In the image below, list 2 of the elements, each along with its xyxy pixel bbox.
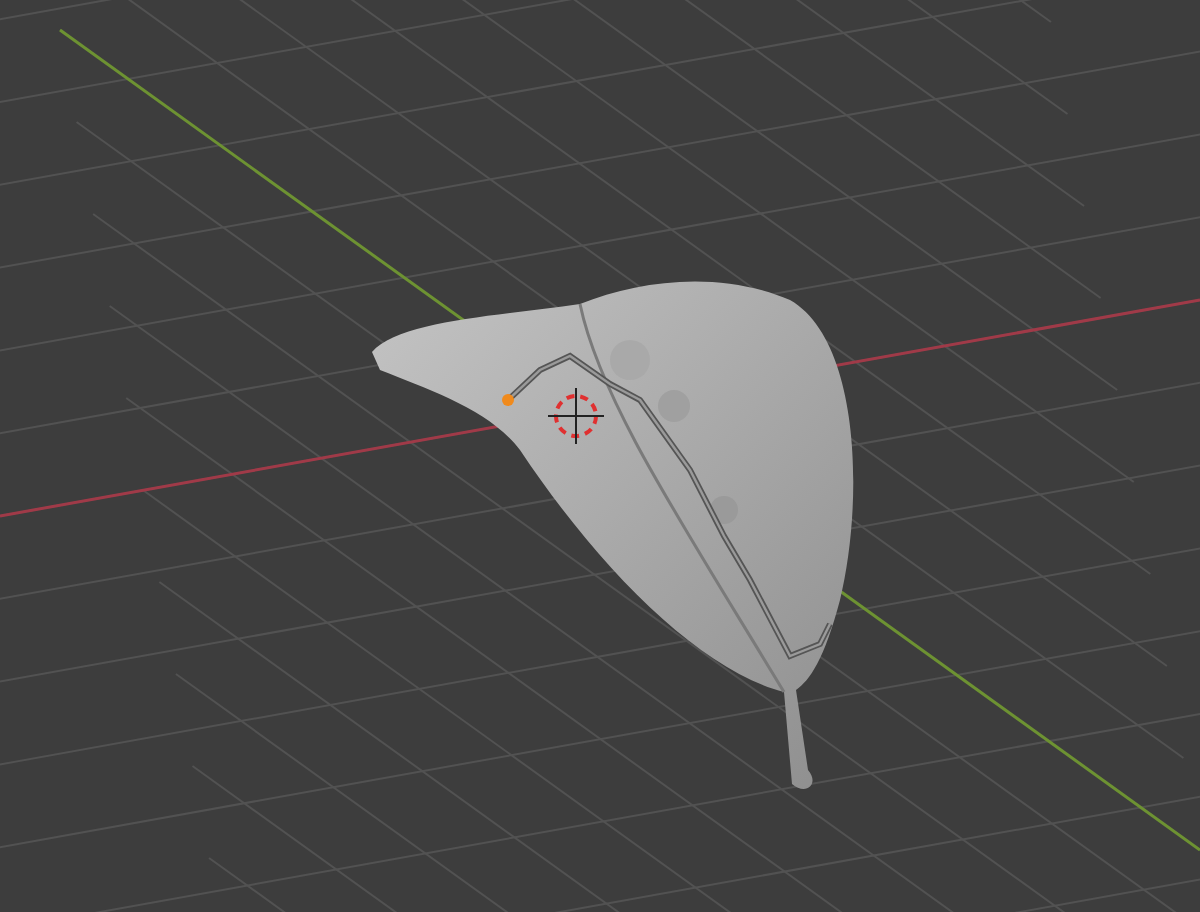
origin-dot-icon xyxy=(502,394,514,406)
cursor-icon xyxy=(547,387,605,445)
